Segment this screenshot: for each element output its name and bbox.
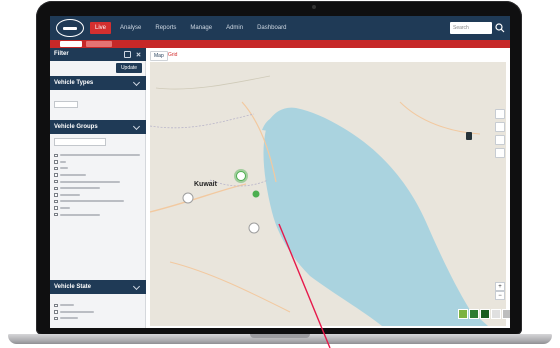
chevron-down-icon <box>132 78 141 87</box>
subnav-tab-fleet[interactable] <box>60 41 82 47</box>
list-item[interactable] <box>54 315 142 322</box>
cluster-marker[interactable] <box>182 192 194 204</box>
checkbox[interactable] <box>54 179 58 184</box>
row-text <box>59 187 100 190</box>
row-text <box>59 304 74 307</box>
fullscreen-icon[interactable] <box>495 109 505 119</box>
section-title-vehicle-state: Vehicle State <box>54 284 92 290</box>
list-item[interactable] <box>54 172 142 179</box>
section-vehicle-types[interactable]: Vehicle Types <box>50 76 146 90</box>
checkbox[interactable] <box>54 316 58 321</box>
map-type-swatch[interactable] <box>469 309 479 319</box>
chevron-down-icon <box>132 282 141 291</box>
list-item[interactable] <box>54 205 142 212</box>
row-text <box>59 193 80 196</box>
map-label-kuwait: Kuwait <box>194 181 218 188</box>
app-header: Live Analyse Reports Manage Admin Dashbo… <box>50 16 510 40</box>
checkbox[interactable] <box>54 310 58 314</box>
nav-reports[interactable]: Reports <box>150 22 181 34</box>
group-search-input[interactable] <box>54 138 106 146</box>
row-text <box>59 317 78 320</box>
list-item[interactable] <box>54 192 142 199</box>
cluster-marker[interactable] <box>252 190 260 198</box>
checkbox[interactable] <box>54 186 58 191</box>
list-item[interactable] <box>54 165 142 172</box>
checkbox[interactable] <box>54 303 58 308</box>
filter-title: Filter <box>54 51 69 57</box>
view-tabs: Map Grid <box>146 48 510 61</box>
checkbox[interactable] <box>54 193 58 197</box>
row-text <box>59 174 86 177</box>
map-type-swatch[interactable] <box>480 309 490 319</box>
update-button[interactable]: Update <box>116 63 142 73</box>
sub-nav <box>50 40 510 48</box>
panel-toggle-icon[interactable] <box>124 51 131 58</box>
vehicle-type-select[interactable] <box>54 101 78 108</box>
map-type-selector <box>458 309 510 319</box>
row-text <box>59 213 100 216</box>
vehicle-group-list <box>54 152 142 218</box>
tab-grid[interactable]: Grid <box>168 52 177 58</box>
search-icon[interactable] <box>494 22 506 34</box>
header-search-input[interactable]: Search <box>450 22 492 34</box>
checkbox[interactable] <box>54 153 58 158</box>
gear-icon[interactable] <box>495 148 505 158</box>
map-type-swatch[interactable] <box>458 309 468 319</box>
zoom-in-button[interactable]: + <box>495 282 505 291</box>
list-item[interactable] <box>54 159 142 166</box>
section-vehicle-state[interactable]: Vehicle State <box>50 280 146 294</box>
filter-header: Filter <box>50 48 146 61</box>
row-text <box>59 207 70 210</box>
map-panel: Map Grid Kuwait + − <box>146 48 510 328</box>
chevron-down-icon <box>132 122 141 131</box>
checkbox[interactable] <box>54 166 58 171</box>
list-item[interactable] <box>54 198 142 205</box>
row-text <box>59 200 124 203</box>
tab-map[interactable]: Map <box>150 51 168 61</box>
layers-icon[interactable] <box>495 122 505 132</box>
list-item[interactable] <box>54 185 142 192</box>
checkbox[interactable] <box>54 173 58 177</box>
list-item[interactable] <box>54 211 142 218</box>
row-text <box>59 180 120 183</box>
close-icon[interactable] <box>135 51 142 58</box>
nav-analyse[interactable]: Analyse <box>115 22 146 34</box>
row-text <box>59 310 94 313</box>
list-item[interactable] <box>54 302 142 309</box>
checkbox[interactable] <box>54 206 58 210</box>
list-item[interactable] <box>54 309 142 316</box>
map-view[interactable]: Kuwait <box>150 62 506 326</box>
row-text <box>59 160 66 163</box>
traffic-icon[interactable] <box>495 135 505 145</box>
section-vehicle-groups[interactable]: Vehicle Groups <box>50 120 146 134</box>
brand-logo[interactable] <box>56 19 84 37</box>
subnav-tab-secondary[interactable] <box>86 41 112 47</box>
cluster-marker[interactable] <box>234 169 248 183</box>
section-title-vehicle-groups: Vehicle Groups <box>54 124 98 130</box>
webcam <box>312 5 316 9</box>
list-item[interactable] <box>54 178 142 185</box>
map-type-swatch[interactable] <box>502 309 510 319</box>
vehicle-state-list <box>54 302 142 322</box>
checkbox[interactable] <box>54 199 58 204</box>
row-text <box>59 167 68 170</box>
main-nav: Live Analyse Reports Manage Admin Dashbo… <box>90 22 291 34</box>
list-item[interactable] <box>54 152 142 159</box>
nav-manage[interactable]: Manage <box>185 22 217 34</box>
logo-mark <box>63 26 77 30</box>
map-type-swatch[interactable] <box>491 309 501 319</box>
checkbox[interactable] <box>54 212 58 217</box>
cluster-marker[interactable] <box>248 222 260 234</box>
laptop-notch <box>250 334 310 338</box>
app-screen: Live Analyse Reports Manage Admin Dashbo… <box>50 16 510 328</box>
checkbox[interactable] <box>54 160 58 164</box>
section-title-vehicle-types: Vehicle Types <box>54 80 94 86</box>
zoom-out-button[interactable]: − <box>495 291 505 300</box>
map-tooltip <box>466 132 472 140</box>
laptop-base <box>8 334 552 344</box>
nav-live[interactable]: Live <box>90 22 112 34</box>
row-text <box>59 154 140 157</box>
nav-dashboard[interactable]: Dashboard <box>252 22 291 34</box>
nav-admin[interactable]: Admin <box>221 22 248 34</box>
